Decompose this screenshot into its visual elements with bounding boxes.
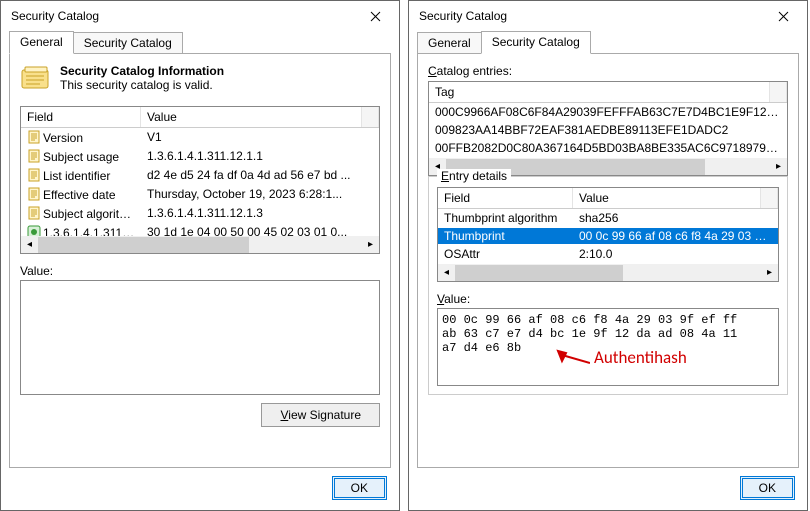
list-header: Tag xyxy=(429,82,787,103)
titlebar[interactable]: Security Catalog xyxy=(409,1,807,31)
tab-panel-general: Security Catalog Information This securi… xyxy=(9,53,391,468)
col-field[interactable]: Field xyxy=(438,188,573,208)
list-item[interactable]: 000C9966AF08C6F84A29039FEFFFAB63C7E7D4BC… xyxy=(429,103,787,121)
list-item[interactable]: Subject usage 1.3.6.1.4.1.311.12.1.1 xyxy=(21,147,379,166)
dialog-security-catalog-entries: Security Catalog General Security Catalo… xyxy=(408,0,808,511)
close-icon xyxy=(370,11,381,22)
dialog-security-catalog-general: Security Catalog General Security Catalo… xyxy=(0,0,400,511)
col-field[interactable]: Field xyxy=(21,107,141,127)
field-text: List identifier xyxy=(43,169,110,183)
field-text: 1.3.6.1.4.1.311.12... xyxy=(43,226,141,236)
value-text: d2 4e d5 24 fa df 0a 4d ad 56 e7 bd ... xyxy=(141,167,379,184)
value-text: 30 1d 1e 04 00 50 00 45 02 03 01 0... xyxy=(141,224,379,236)
value-label: Value: xyxy=(437,292,779,306)
catalog-entries-list[interactable]: Tag 000C9966AF08C6F84A29039FEFFFAB63C7E7… xyxy=(428,81,788,176)
col-spacer xyxy=(770,82,787,102)
col-tag[interactable]: Tag xyxy=(429,82,770,102)
horizontal-scrollbar[interactable]: ◂ ▸ xyxy=(21,236,379,253)
list-item[interactable]: 1.3.6.1.4.1.311.12...30 1d 1e 04 00 50 0… xyxy=(21,223,379,236)
value-box[interactable] xyxy=(20,280,380,395)
list-item[interactable]: Effective date Thursday, October 19, 2023… xyxy=(21,185,379,204)
field-text: Effective date xyxy=(43,188,116,202)
scroll-left-button[interactable]: ◂ xyxy=(21,236,38,253)
entry-details-group: Entry details Field Value Thumbprint alg… xyxy=(428,176,788,395)
tab-security-catalog[interactable]: Security Catalog xyxy=(73,32,183,54)
tab-general[interactable]: General xyxy=(9,31,74,54)
tab-strip: General Security Catalog xyxy=(1,31,399,53)
scroll-right-button[interactable]: ▸ xyxy=(761,264,778,281)
field-text: Thumbprint xyxy=(438,228,573,244)
list-item[interactable]: 009823AA14BBF72EAF381AEDBE89113EFE1DADC2 xyxy=(429,121,787,139)
tab-security-catalog[interactable]: Security Catalog xyxy=(481,31,591,54)
field-text: OSAttr xyxy=(438,246,573,262)
list-body: Version V1 Subject usage 1.3.6.1.4.1.311.12… xyxy=(21,128,379,236)
entry-details-list[interactable]: Field Value Thumbprint algorithmsha256Th… xyxy=(437,187,779,282)
list-item[interactable]: 00FFB2082D0C80A367164D5BD03BA8BE335AC6C9… xyxy=(429,139,787,157)
catalog-info-icon xyxy=(20,64,52,96)
list-item[interactable]: Thumbprint00 0c 99 66 af 08 c6 f8 4a 29 … xyxy=(438,227,778,245)
list-item[interactable]: Thumbprint algorithmsha256 xyxy=(438,209,778,227)
value-hex-text: 00 0c 99 66 af 08 c6 f8 4a 29 03 9f ef f… xyxy=(442,313,774,355)
field-text: Thumbprint algorithm xyxy=(438,210,573,226)
page-icon xyxy=(27,206,41,220)
close-button[interactable] xyxy=(359,4,391,28)
titlebar[interactable]: Security Catalog xyxy=(1,1,399,31)
value-box[interactable]: 00 0c 99 66 af 08 c6 f8 4a 29 03 9f ef f… xyxy=(437,308,779,386)
col-value[interactable]: Value xyxy=(141,107,362,127)
tag-text: 00FFB2082D0C80A367164D5BD03BA8BE335AC6C9… xyxy=(429,140,787,156)
field-text: Subject usage xyxy=(43,150,119,164)
scroll-right-button[interactable]: ▸ xyxy=(770,158,787,175)
close-button[interactable] xyxy=(767,4,799,28)
value-text: 1.3.6.1.4.1.311.12.1.1 xyxy=(141,148,379,165)
field-text: Subject algorithm xyxy=(43,207,136,221)
catalog-info-text: Security Catalog Information This securi… xyxy=(60,64,224,96)
tab-strip: General Security Catalog xyxy=(409,31,807,53)
page-icon xyxy=(27,149,41,163)
value-label: Value: xyxy=(20,264,380,278)
list-item[interactable]: OSAttr2:10.0 xyxy=(438,245,778,263)
catalog-info-heading: Security Catalog Information xyxy=(60,64,224,78)
field-value-list[interactable]: Field Value Version V1 Subject usage 1.3.6.… xyxy=(20,106,380,254)
ok-button[interactable]: OK xyxy=(740,476,795,500)
value-text: V1 xyxy=(141,129,379,146)
value-text: 1.3.6.1.4.1.311.12.1.3 xyxy=(141,205,379,222)
page-icon xyxy=(27,168,41,182)
list-item[interactable]: List identifier d2 4e d5 24 fa df 0a 4d a… xyxy=(21,166,379,185)
window-title: Security Catalog xyxy=(419,9,767,23)
value-text: 00 0c 99 66 af 08 c6 f8 4a 29 03 9f ... xyxy=(573,228,778,244)
list-body: 000C9966AF08C6F84A29039FEFFFAB63C7E7D4BC… xyxy=(429,103,787,158)
extension-icon xyxy=(27,225,41,236)
list-header: Field Value xyxy=(21,107,379,128)
col-value[interactable]: Value xyxy=(573,188,761,208)
value-text: 2:10.0 xyxy=(573,246,778,262)
ok-button[interactable]: OK xyxy=(332,476,387,500)
page-icon xyxy=(27,130,41,144)
col-spacer xyxy=(761,188,778,208)
catalog-entries-label: Catalog entries: xyxy=(428,64,788,78)
tab-general[interactable]: General xyxy=(417,32,482,54)
entry-details-legend: Entry details xyxy=(437,169,511,183)
page-icon xyxy=(27,187,41,201)
close-icon xyxy=(778,11,789,22)
list-header: Field Value xyxy=(438,188,778,209)
horizontal-scrollbar[interactable]: ◂ ▸ xyxy=(438,264,778,281)
value-text: sha256 xyxy=(573,210,778,226)
catalog-info-status: This security catalog is valid. xyxy=(60,78,213,92)
scroll-left-button[interactable]: ◂ xyxy=(438,264,455,281)
list-item[interactable]: Subject algorithm 1.3.6.1.4.1.311.12.1.3 xyxy=(21,204,379,223)
col-spacer xyxy=(362,107,379,127)
list-item[interactable]: Version V1 xyxy=(21,128,379,147)
scroll-right-button[interactable]: ▸ xyxy=(362,236,379,253)
field-text: Version xyxy=(43,131,83,145)
list-body: Thumbprint algorithmsha256Thumbprint00 0… xyxy=(438,209,778,264)
view-signature-button[interactable]: View Signature xyxy=(261,403,380,427)
tab-panel-catalog: Catalog entries: Tag 000C9966AF08C6F84A2… xyxy=(417,53,799,468)
catalog-info: Security Catalog Information This securi… xyxy=(20,64,380,96)
window-title: Security Catalog xyxy=(11,9,359,23)
tag-text: 009823AA14BBF72EAF381AEDBE89113EFE1DADC2 xyxy=(429,122,787,138)
value-text: Thursday, October 19, 2023 6:28:1... xyxy=(141,186,379,203)
tag-text: 000C9966AF08C6F84A29039FEFFFAB63C7E7D4BC… xyxy=(429,104,787,120)
